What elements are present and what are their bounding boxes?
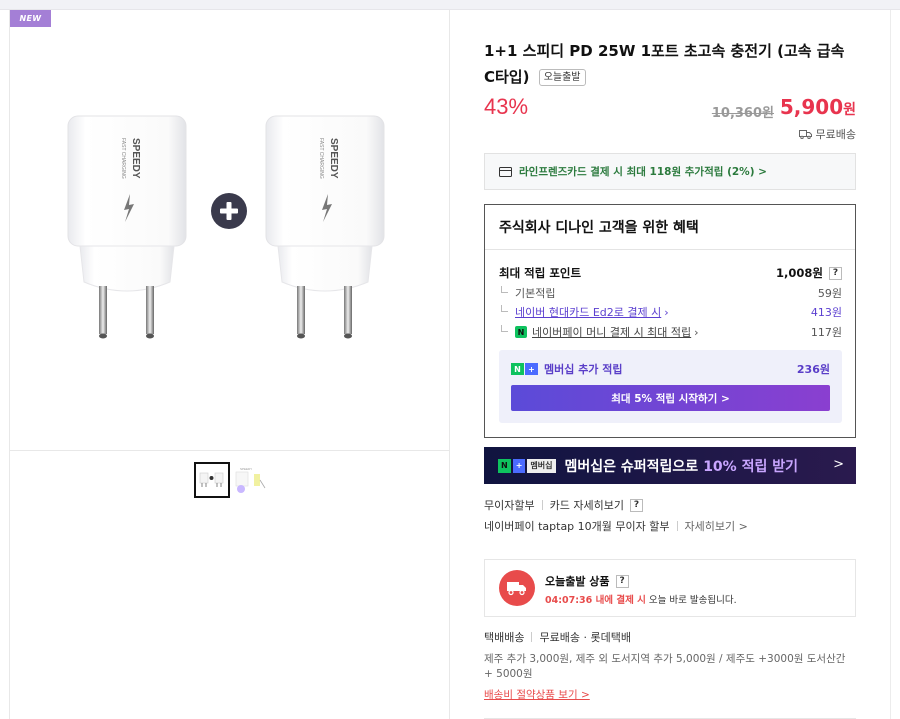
svg-text:FAST CHARGING: FAST CHARGING <box>120 138 126 179</box>
sub-indent-icon <box>501 286 508 293</box>
today-ship-box: 오늘출발 상품 ? 04:07:36 내에 결제 시 오늘 바로 발송됩니다. <box>484 559 856 617</box>
svg-text:SPEEDY: SPEEDY <box>328 138 339 179</box>
charger-left: SPEEDY FAST CHARGING <box>67 115 187 339</box>
divider <box>541 500 543 510</box>
free-shipping: 무료배송 <box>798 126 856 142</box>
delivery-type: 택배배송 <box>484 631 525 644</box>
svg-text:SPEEDY: SPEEDY <box>130 138 141 179</box>
original-price: 10,360원 <box>711 106 774 121</box>
help-icon[interactable]: ? <box>629 498 643 512</box>
membership-points-row: N + 멤버십 추가 적립 236원 <box>511 361 830 377</box>
benefit-heading: 주식회사 디나인 고객을 위한 혜택 <box>499 220 699 236</box>
delivery-info: 택배배송 무료배송 · 롯데택배 제주 추가 3,000원, 제주 외 도서지역… <box>484 629 856 702</box>
today-ship-tag: 오늘출발 <box>538 69 586 86</box>
right-border <box>890 10 891 719</box>
main-product-image[interactable]: SPEEDY FAST CHARGING SPEEDY FAST CHARGIN… <box>10 10 450 451</box>
naver-plus-icon: N + <box>511 363 538 375</box>
npay-detail-link[interactable]: 자세히보기 > <box>685 518 748 534</box>
points-row-basic: 기본적립 59원 <box>499 285 842 301</box>
max-points-value: 1,008원 <box>776 266 823 280</box>
charger-image: SPEEDY FAST CHARGING SPEEDY FAST CHARGIN… <box>67 115 385 339</box>
sale-price-unit: 원 <box>843 102 856 118</box>
naverpay-icon: N <box>515 326 527 338</box>
card-points-link[interactable]: 네이버 현대카드 Ed2로 결제 시 <box>515 304 661 320</box>
credit-card-icon <box>499 166 512 177</box>
thumbnail-1[interactable] <box>194 462 230 498</box>
delivery-extra: 제주 추가 3,000원, 제주 외 도서지역 추가 5,000원 / 제주도 … <box>484 653 846 680</box>
today-ship-desc-text: 오늘 바로 발송됩니다. <box>645 595 737 606</box>
new-badge: NEW <box>10 10 51 27</box>
npay-installment-text: 네이버페이 taptap 10개월 무이자 할부 <box>484 520 670 533</box>
product-title: 1+1 스피디 PD 25W 1포트 초고속 충전기 (고속 급속 C타입) 오… <box>484 38 856 90</box>
start-membership-button[interactable]: 최대 5% 적립 시작하기 > <box>511 385 830 411</box>
npay-installment-row: 네이버페이 taptap 10개월 무이자 할부 자세히보기 > <box>484 518 748 534</box>
membership-banner[interactable]: N + 멤버십 멤버십은 슈퍼적립으로 10% 적립 받기 > <box>484 447 856 484</box>
points-row-value: 59원 <box>817 287 842 300</box>
membership-banner-highlight: 10% 적립 받기 <box>703 458 798 475</box>
points-row-value: 117원 <box>810 326 842 339</box>
divider <box>676 521 678 531</box>
delivery-fee: 무료배송 · 롯데택배 <box>539 631 631 644</box>
help-icon[interactable]: ? <box>615 574 629 588</box>
card-benefit-banner[interactable]: 라인프렌즈카드 결제 시 최대 118원 추가적립 (2%) > <box>484 153 856 190</box>
sale-price: 5,900원 <box>780 95 856 119</box>
card-benefit-text: 라인프렌즈카드 결제 시 최대 118원 추가적립 (2%) > <box>519 166 767 178</box>
membership-points-box: N + 멤버십 추가 적립 236원 최대 5% 적립 시작하기 > <box>499 350 842 423</box>
membership-banner-text: 멤버십은 슈퍼적립으로 <box>564 458 699 475</box>
chevron-right-icon: › <box>664 305 669 319</box>
free-shipping-label: 무료배송 <box>815 128 856 141</box>
divider <box>531 632 533 642</box>
max-points-label: 최대 적립 포인트 <box>499 266 582 280</box>
naver-plus-membership-icon: N + 멤버십 <box>498 458 556 473</box>
today-ship-title: 오늘출발 상품 ? <box>545 573 629 589</box>
countdown-text: 04:07:36 내에 결제 시 <box>545 595 646 606</box>
installment-label: 무이자할부 <box>484 499 535 512</box>
points-row-npay: N 네이버페이 머니 결제 시 최대 적립 › 117원 <box>499 324 842 340</box>
help-icon[interactable]: ? <box>829 266 842 280</box>
sale-price-number: 5,900 <box>779 95 844 119</box>
membership-points-value: 236원 <box>796 363 830 376</box>
benefit-box: 주식회사 디나인 고객을 위한 혜택 최대 적립 포인트 1,008원 ? 기본… <box>484 204 856 438</box>
chevron-right-icon: > <box>833 457 844 472</box>
points-row-label: 기본적립 <box>515 287 556 300</box>
points-row-value: 413원 <box>810 306 842 319</box>
charger-right: SPEEDY FAST CHARGING <box>265 115 385 339</box>
divider <box>485 249 855 250</box>
sub-indent-icon <box>501 305 508 312</box>
discount-rate: 43% <box>484 94 529 119</box>
truck-icon <box>798 129 812 139</box>
chevron-right-icon: › <box>694 325 699 339</box>
plus-circle-icon <box>211 193 247 229</box>
max-points-row: 최대 적립 포인트 1,008원 ? <box>499 265 842 281</box>
today-ship-title-text: 오늘출발 상품 <box>545 575 610 588</box>
card-detail-link[interactable]: 카드 자세히보기 <box>550 497 624 513</box>
product-gallery: SPEEDY FAST CHARGING SPEEDY FAST CHARGIN… <box>9 10 450 719</box>
thumbnail-2[interactable]: SPEEDY <box>232 462 268 498</box>
npay-points-link[interactable]: 네이버페이 머니 결제 시 최대 적립 <box>532 324 691 340</box>
membership-points-label: 멤버십 추가 적립 <box>544 363 623 376</box>
svg-text:SPEEDY: SPEEDY <box>240 467 252 471</box>
svg-text:FAST CHARGING: FAST CHARGING <box>318 138 324 179</box>
top-bar <box>0 0 900 10</box>
installment-row: 무이자할부 카드 자세히보기 ? <box>484 497 643 513</box>
sub-indent-icon <box>501 325 508 332</box>
thumbnail-strip: SPEEDY <box>10 460 450 500</box>
today-ship-desc: 04:07:36 내에 결제 시 오늘 바로 발송됩니다. <box>545 592 737 606</box>
points-row-card: 네이버 현대카드 Ed2로 결제 시 › 413원 <box>499 304 842 320</box>
shipping-save-link[interactable]: 배송비 절약상품 보기 > <box>484 687 856 702</box>
delivery-truck-icon <box>499 570 535 606</box>
